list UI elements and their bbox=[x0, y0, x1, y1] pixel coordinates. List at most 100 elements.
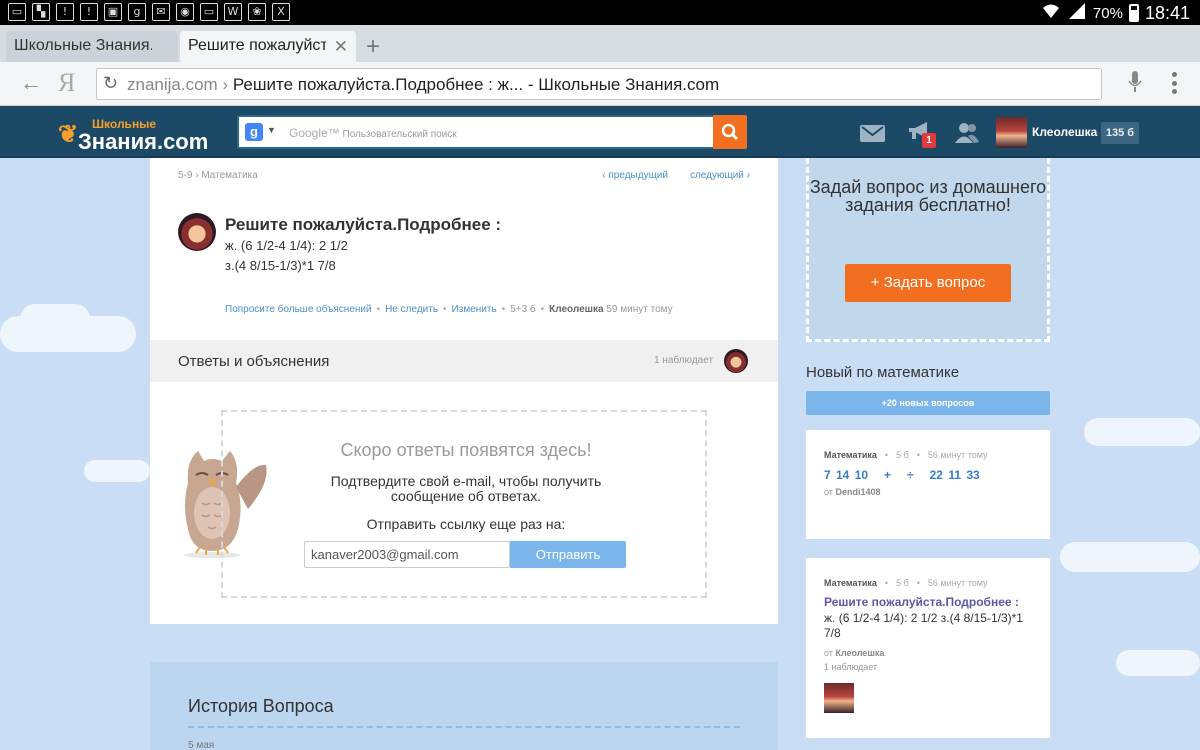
google-plus-icon: g bbox=[128, 3, 146, 21]
prev-link[interactable]: ‹ предыдущий bbox=[602, 170, 668, 181]
ask-more-link[interactable]: Попросите больше объяснений bbox=[225, 304, 372, 315]
history-date: 5 мая bbox=[188, 740, 215, 750]
from-label: от bbox=[824, 487, 833, 497]
wordpress-icon: W bbox=[224, 3, 242, 21]
close-tab-icon[interactable]: ✕ bbox=[334, 37, 348, 57]
logo-mark-icon: ❦ bbox=[58, 121, 79, 148]
ask-question-button[interactable]: + Задать вопрос bbox=[845, 264, 1011, 302]
tab-title: Школьные Знания.с bbox=[14, 37, 152, 54]
search-icon bbox=[721, 123, 739, 141]
search-placeholder-text: Пользовательский поиск bbox=[342, 129, 457, 140]
microphone-icon[interactable] bbox=[1128, 70, 1142, 94]
tab-title: Решите пожалуйста bbox=[188, 37, 326, 54]
separator: • bbox=[540, 304, 545, 315]
separator: • bbox=[443, 304, 447, 315]
question-time: 56 минут тому bbox=[927, 578, 988, 588]
question-points: 5+3 б bbox=[510, 304, 536, 315]
warning-icon: ! bbox=[56, 3, 74, 21]
friends-icon[interactable] bbox=[954, 122, 980, 144]
search-button[interactable] bbox=[713, 115, 747, 149]
author-link[interactable]: Клеолешка bbox=[549, 304, 603, 315]
site-header: ❦ Школьные Знания.com g ▼ Google™ Пользо… bbox=[0, 106, 1200, 158]
messages-icon[interactable] bbox=[860, 125, 885, 142]
signal-icon bbox=[1067, 2, 1087, 24]
gamepad-icon: ◉ bbox=[176, 3, 194, 21]
ask-question-box: Задай вопрос из домашнего задания беспла… bbox=[806, 158, 1050, 342]
history-card: История Вопроса 5 мая bbox=[150, 662, 778, 750]
avatar[interactable] bbox=[724, 349, 748, 373]
question-points: 5 б bbox=[896, 450, 909, 460]
empty-state-title: Скоро ответы появятся здесь! bbox=[340, 440, 592, 460]
url-domain: znanija.com bbox=[127, 75, 218, 94]
battery-percent: 70% bbox=[1092, 4, 1123, 22]
ask-prompt: Задай вопрос из домашнего задания беспла… bbox=[809, 177, 1047, 215]
divider bbox=[188, 726, 740, 728]
avatar[interactable] bbox=[178, 213, 216, 251]
back-arrow-icon[interactable]: ← bbox=[20, 70, 42, 96]
logo-big-text: Знания.com bbox=[78, 129, 209, 154]
address-bar: ← Я ↻ znanija.com › Решите пожалуйста.По… bbox=[0, 62, 1200, 106]
unfollow-link[interactable]: Не следить bbox=[385, 304, 438, 315]
excel-icon: X bbox=[272, 3, 290, 21]
cloud-decoration bbox=[20, 304, 90, 334]
answers-header: Ответы и объяснения 1 наблюдает bbox=[150, 340, 778, 382]
question-nav: ‹ предыдущий следующий › bbox=[580, 170, 750, 181]
question-points: 5 б bbox=[896, 578, 909, 588]
app-icon-2: ▭ bbox=[200, 3, 218, 21]
clock: 18:41 bbox=[1144, 2, 1190, 23]
separator: • bbox=[376, 304, 381, 315]
from-label: от bbox=[824, 648, 833, 658]
notification-icons: ▭ ▚ ! ! ▣ g ✉ ◉ ▭ W ❀ X bbox=[8, 3, 290, 21]
mail-icon: ✉ bbox=[152, 3, 170, 21]
wifi-icon bbox=[1041, 2, 1061, 24]
google-icon[interactable]: g bbox=[245, 123, 263, 141]
status-bar: ▭ ▚ ! ! ▣ g ✉ ◉ ▭ W ❀ X 70% 18:41 bbox=[0, 0, 1200, 25]
question-text-line: з.(4 8/15-1/3)*1 7/8 bbox=[225, 258, 336, 273]
author-link[interactable]: Клеолешка bbox=[835, 648, 884, 658]
question-text-line: ж. (6 1/2-4 1/4): 2 1/2 bbox=[225, 238, 348, 253]
points-badge: 135 б bbox=[1101, 122, 1139, 144]
notification-badge: 1 bbox=[922, 133, 936, 148]
new-questions-button[interactable]: +20 новых вопросов bbox=[806, 391, 1050, 415]
url-separator: › bbox=[217, 75, 233, 94]
new-tab-button[interactable]: + bbox=[366, 33, 380, 61]
question-meta: Математика • 5 б • 56 минут тому bbox=[824, 450, 988, 460]
cloud-decoration bbox=[1084, 418, 1200, 446]
send-button[interactable]: Отправить bbox=[510, 541, 626, 568]
list-item[interactable]: Математика • 5 б • 56 минут тому Решите пожа… bbox=[806, 558, 1050, 738]
avatar[interactable] bbox=[824, 683, 854, 713]
reload-icon[interactable]: ↻ bbox=[103, 73, 118, 94]
question-author: от Клеолешка bbox=[824, 648, 884, 658]
tab-shkolnye-znaniya[interactable]: Школьные Знания.с bbox=[6, 31, 178, 62]
tab-reshite[interactable]: Решите пожалуйста ✕ bbox=[180, 31, 356, 62]
list-item[interactable]: Математика • 5 б • 56 минут тому 7 14 10 + ÷… bbox=[806, 430, 1050, 539]
chevron-down-icon[interactable]: ▼ bbox=[267, 125, 276, 135]
url-text: znanija.com › Решите пожалуйста.Подробне… bbox=[127, 75, 719, 95]
battery-icon bbox=[1128, 4, 1139, 22]
menu-icon[interactable] bbox=[1172, 72, 1178, 94]
google-label: Google™ bbox=[289, 126, 340, 140]
warning-icon-2: ! bbox=[80, 3, 98, 21]
question-title: Решите пожалуйста.Подробнее : bbox=[225, 215, 502, 234]
separator: • bbox=[884, 578, 889, 588]
empty-answers-box: Скоро ответы появятся здесь! Подтвердите… bbox=[221, 410, 707, 598]
site-search[interactable]: g ▼ Google™ Пользовательский поиск bbox=[237, 115, 747, 149]
history-title: История Вопроса bbox=[188, 696, 334, 716]
url-field[interactable]: ↻ znanija.com › Решите пожалуйста.Подроб… bbox=[96, 68, 1102, 100]
question-text[interactable]: 7 14 10 + ÷ 22 11 33 bbox=[824, 468, 980, 482]
breadcrumb[interactable]: 5-9 › Математика bbox=[178, 170, 258, 181]
author-link[interactable]: Dendi1408 bbox=[835, 487, 880, 497]
subject-label: Математика bbox=[824, 578, 877, 588]
cloud-decoration bbox=[84, 460, 150, 482]
next-link[interactable]: следующий › bbox=[690, 170, 750, 181]
email-field[interactable] bbox=[304, 541, 510, 568]
question-title-link[interactable]: Решите пожалуйста.Подробнее : bbox=[824, 595, 1019, 609]
separator: • bbox=[916, 578, 920, 588]
edit-link[interactable]: Изменить bbox=[452, 304, 497, 315]
yandex-logo[interactable]: Я bbox=[58, 68, 75, 98]
question-text: ж. (6 1/2-4 1/4): 2 1/2 з.(4 8/15-1/3)*1… bbox=[824, 611, 1023, 640]
question-actions: Попросите больше объяснений • Не следить • И… bbox=[225, 304, 673, 315]
app-icon: ▣ bbox=[104, 3, 122, 21]
avatar[interactable] bbox=[996, 117, 1027, 148]
username[interactable]: Клеолешка bbox=[1032, 125, 1097, 139]
